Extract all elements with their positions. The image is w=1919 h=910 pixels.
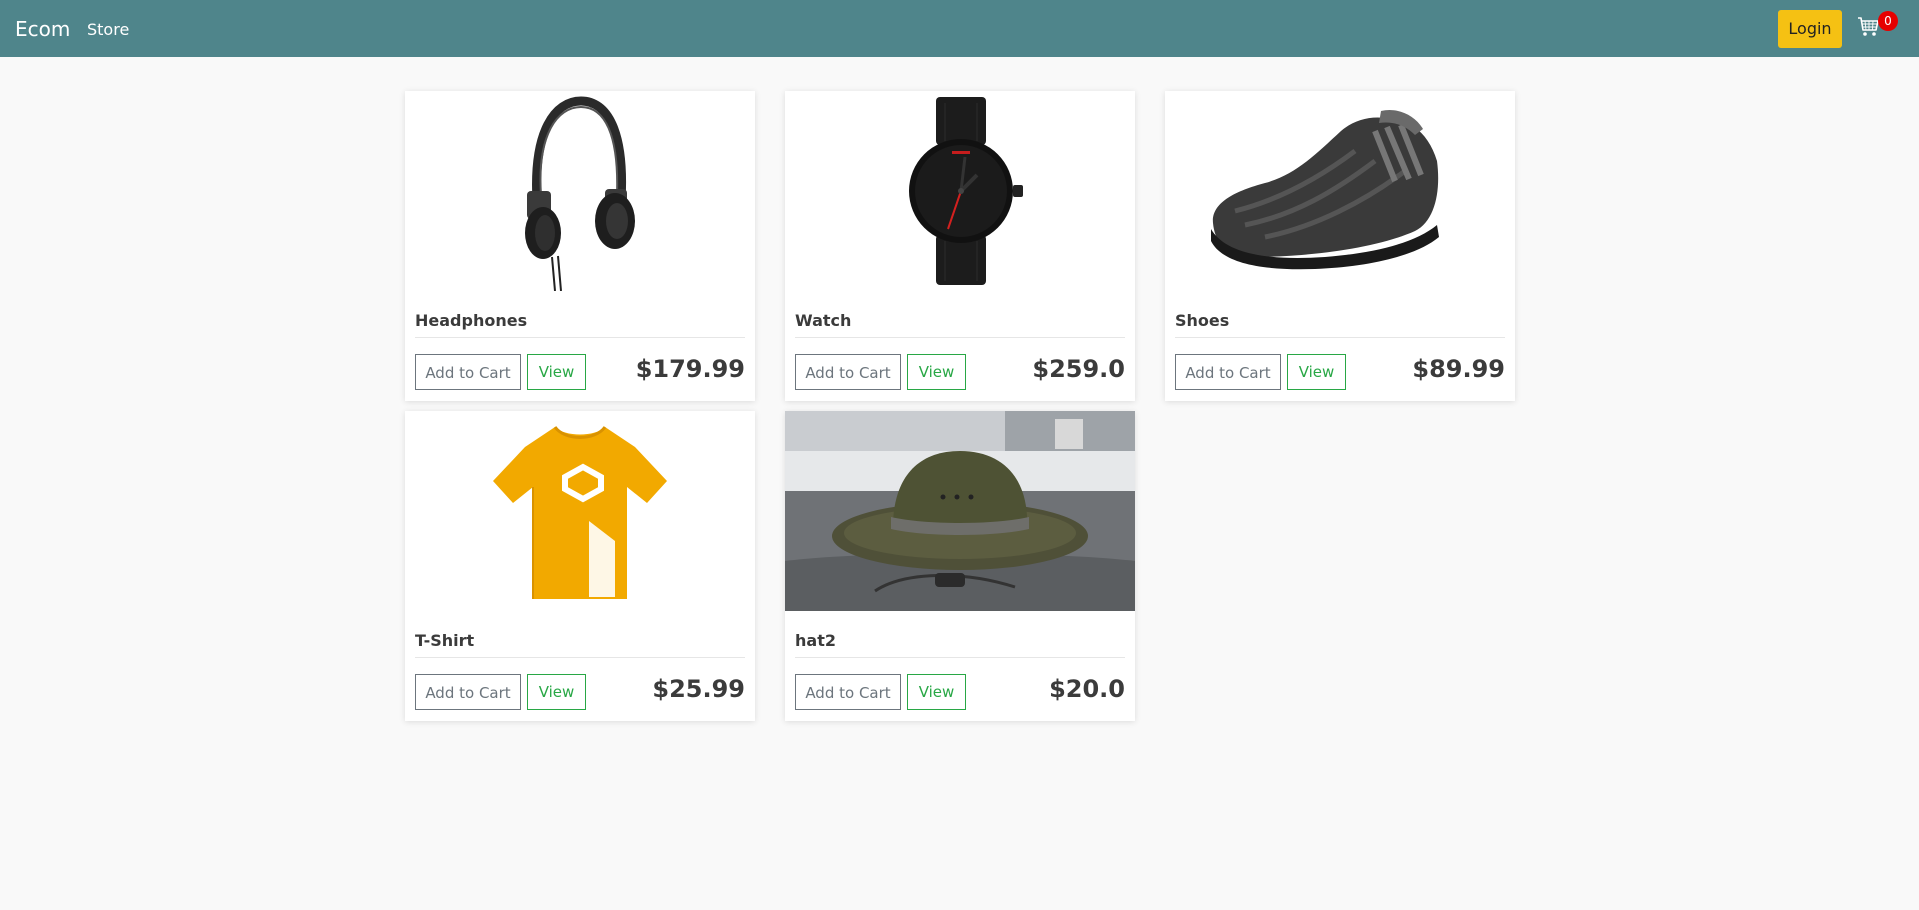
- product-title: T-Shirt: [415, 631, 475, 650]
- product-price: $25.99: [652, 675, 745, 703]
- cart-count-badge: 0: [1878, 11, 1898, 31]
- product-price: $179.99: [635, 355, 745, 383]
- divider: [795, 337, 1125, 338]
- navbar: Ecom Store Login 0: [0, 0, 1919, 57]
- add-to-cart-button[interactable]: Add to Cart: [795, 354, 901, 390]
- divider: [415, 337, 745, 338]
- view-button[interactable]: View: [907, 674, 966, 710]
- product-price: $20.0: [1049, 675, 1125, 703]
- brand-link[interactable]: Ecom: [15, 17, 70, 41]
- watch-image: [785, 91, 1135, 291]
- product-title: Shoes: [1175, 311, 1230, 330]
- product-price: $259.0: [1032, 355, 1125, 383]
- add-to-cart-button[interactable]: Add to Cart: [1175, 354, 1281, 390]
- product-card: hat2 Add to Cart View $20.0: [785, 411, 1135, 721]
- headphones-image: [405, 91, 755, 291]
- hat-image: [785, 411, 1135, 611]
- product-card: Headphones Add to Cart View $179.99: [405, 91, 755, 401]
- login-button[interactable]: Login: [1778, 10, 1842, 48]
- product-title: Headphones: [415, 311, 528, 330]
- tshirt-image: [405, 411, 755, 611]
- divider: [795, 657, 1125, 658]
- add-to-cart-button[interactable]: Add to Cart: [415, 354, 521, 390]
- divider: [1175, 337, 1505, 338]
- view-button[interactable]: View: [1287, 354, 1346, 390]
- shoes-image: [1165, 91, 1515, 291]
- product-title: hat2: [795, 631, 836, 650]
- view-button[interactable]: View: [527, 354, 586, 390]
- view-button[interactable]: View: [527, 674, 586, 710]
- add-to-cart-button[interactable]: Add to Cart: [415, 674, 521, 710]
- product-card: Watch Add to Cart View $259.0: [785, 91, 1135, 401]
- product-card: Shoes Add to Cart View $89.99: [1165, 91, 1515, 401]
- view-button[interactable]: View: [907, 354, 966, 390]
- product-price: $89.99: [1412, 355, 1505, 383]
- product-title: Watch: [795, 311, 852, 330]
- cart-button[interactable]: 0: [1857, 11, 1898, 44]
- product-card: T-Shirt Add to Cart View $25.99: [405, 411, 755, 721]
- add-to-cart-button[interactable]: Add to Cart: [795, 674, 901, 710]
- divider: [415, 657, 745, 658]
- nav-store-link[interactable]: Store: [87, 20, 129, 40]
